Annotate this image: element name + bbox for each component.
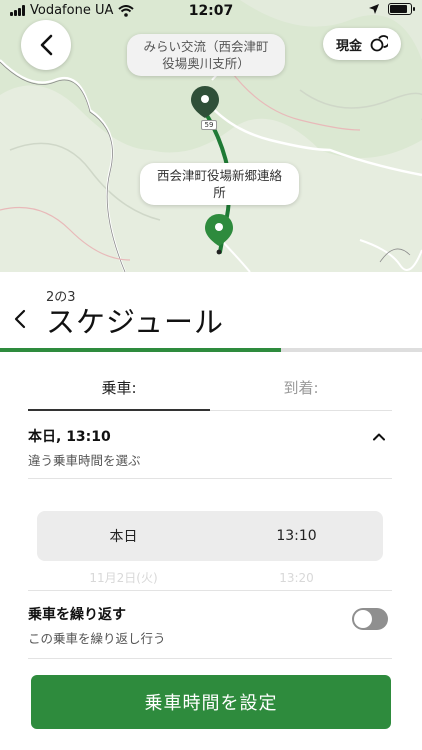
repeat-subtitle: この乗車を繰り返し行う — [28, 631, 166, 646]
time-picker-selected[interactable]: 本日 13:10 — [37, 511, 383, 561]
map-back-button[interactable] — [21, 20, 71, 70]
location-arrow-icon — [369, 4, 379, 14]
progress-fill — [0, 348, 282, 352]
repeat-title: 乗車を繰り返す — [28, 607, 126, 623]
divider — [28, 658, 392, 659]
pickup-label-line1: みらい交流（西会津町 — [143, 39, 269, 54]
pickup-time-row[interactable]: 本日, 13:10 違う乗車時間を選ぶ — [28, 426, 392, 478]
picker-next-time: 13:20 — [279, 571, 314, 585]
status-bar: Vodafone UA 12:07 — [0, 0, 422, 22]
divider — [28, 478, 392, 479]
cash-coins-icon — [370, 35, 388, 52]
map-view[interactable]: Vodafone UA 12:07 現金 みらい交流（西会津町 役場奥川支所） … — [0, 0, 422, 272]
page-title: スケジュール — [46, 305, 224, 339]
picker-day: 本日 — [109, 529, 138, 545]
status-right — [368, 3, 415, 15]
chevron-left-icon — [40, 34, 53, 56]
dropoff-label-line1: 西会津町役場新郷連絡 — [156, 168, 282, 183]
road-number-marker: 59 — [201, 120, 217, 130]
dropoff-label-bubble: 西会津町役場新郷連絡 所 — [140, 163, 299, 205]
selected-time-hint: 違う乗車時間を選ぶ — [28, 453, 141, 468]
trip-tabs: 乗車: 到着: — [28, 371, 392, 411]
pickup-label-bubble: みらい交流（西会津町 役場奥川支所） — [127, 34, 285, 76]
battery-icon — [388, 3, 415, 15]
tab-pickup[interactable]: 乗車: — [28, 371, 210, 411]
progress-bar — [0, 348, 422, 352]
status-time: 12:07 — [188, 3, 234, 19]
chevron-left-icon — [14, 309, 26, 329]
chevron-up-icon[interactable] — [372, 432, 386, 441]
set-pickup-time-button[interactable]: 乗車時間を設定 — [31, 675, 391, 729]
schedule-sheet: 2の3 スケジュール 乗車: 到着: 本日, 13:10 違う乗車時間を選ぶ 本… — [0, 272, 422, 750]
sheet-back-button[interactable] — [14, 304, 36, 334]
dropoff-label-line2: 所 — [213, 185, 226, 200]
repeat-ride-row: 乗車を繰り返す この乗車を繰り返し行う — [28, 604, 392, 648]
payment-label: 現金 — [335, 38, 362, 54]
pickup-label-line2: 役場奥川支所） — [162, 56, 250, 71]
picker-next-day: 11月2日(火) — [89, 571, 158, 585]
selected-time: 本日, 13:10 — [28, 429, 111, 445]
tab-arrival[interactable]: 到着: — [210, 371, 392, 410]
payment-method-button[interactable]: 現金 — [323, 28, 401, 60]
divider — [28, 590, 392, 591]
dropoff-pin-icon[interactable] — [203, 212, 235, 256]
time-picker-next[interactable]: 11月2日(火) 13:20 — [37, 571, 383, 585]
picker-time: 13:10 — [276, 528, 317, 544]
repeat-toggle[interactable] — [352, 608, 388, 630]
toggle-knob — [354, 610, 372, 628]
